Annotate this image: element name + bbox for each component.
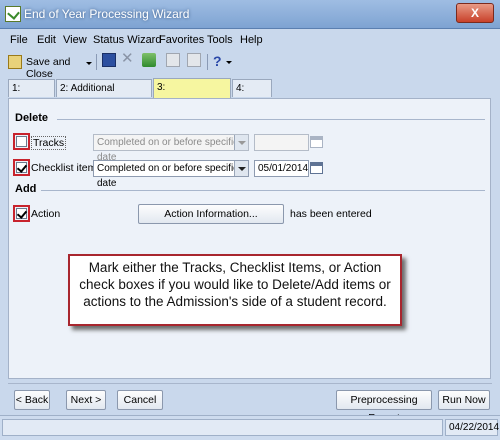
add-heading: Add — [15, 183, 37, 195]
app-icon — [5, 6, 21, 22]
menu-view[interactable]: View — [63, 34, 87, 46]
chevron-down-icon — [234, 135, 248, 150]
action-information-button[interactable]: Action Information... — [138, 204, 284, 224]
instruction-callout: Mark either the Tracks, Checklist Items,… — [68, 254, 402, 326]
tracks-label: Tracks — [31, 136, 67, 150]
tab-general[interactable]: 1: General — [8, 79, 55, 112]
chevron-down-icon — [86, 62, 92, 65]
delete-divider — [57, 119, 485, 120]
calendar-icon[interactable] — [310, 162, 323, 174]
back-button[interactable]: < Back — [14, 390, 50, 410]
print-icon[interactable] — [187, 53, 201, 67]
save-icon[interactable] — [102, 53, 116, 67]
checklist-action-panel: Delete Tracks Completed on or before spe… — [8, 98, 491, 379]
action-checkbox[interactable] — [16, 208, 28, 219]
checklist-items-label: Checklist items — [31, 162, 102, 174]
menu-favorites[interactable]: Favorites — [159, 34, 204, 46]
status-date: 04/22/2014 — [445, 419, 499, 436]
calendar-icon[interactable] — [310, 136, 323, 148]
menu-tools[interactable]: Tools — [207, 34, 233, 46]
save-and-close-label: Save and Close — [26, 56, 71, 80]
cancel-button[interactable]: Cancel — [117, 390, 163, 410]
checklist-items-checkbox[interactable] — [16, 162, 28, 173]
check-icon — [16, 208, 28, 219]
chevron-down-icon — [234, 161, 248, 176]
menu-bar: File Edit View Status Wizard Favorites T… — [0, 32, 500, 49]
tab-filters[interactable]: 4: Filters — [232, 79, 272, 112]
action-status-text: has been entered — [290, 208, 372, 220]
menu-file[interactable]: File — [10, 34, 28, 46]
attach-icon[interactable] — [166, 53, 180, 67]
checklist-condition-select[interactable]: Completed on or before specific date — [93, 160, 249, 189]
check-icon — [16, 162, 28, 173]
save-close-icon — [8, 55, 22, 69]
help-icon[interactable]: ? — [213, 53, 222, 69]
checklist-date-field[interactable]: 05/01/2014 — [254, 160, 309, 177]
action-label: Action — [31, 208, 61, 220]
tracks-date-field[interactable] — [254, 134, 309, 151]
title-bar: End of Year Processing Wizard X — [0, 0, 500, 29]
delete-heading: Delete — [15, 112, 49, 124]
add-divider — [41, 190, 485, 191]
tab-additional-information[interactable]: 2: Additional Information — [56, 79, 152, 112]
bottom-divider — [8, 383, 492, 384]
navigate-icon[interactable] — [142, 53, 156, 67]
toolbar-separator — [207, 54, 208, 70]
checklist-condition-value: Completed on or before specific date — [97, 163, 239, 189]
run-now-button[interactable]: Run Now — [438, 390, 490, 410]
window-title: End of Year Processing Wizard — [24, 7, 190, 21]
toolbar: Save and Close ✕ ? — [4, 51, 496, 80]
chevron-down-icon[interactable] — [226, 61, 232, 64]
toolbar-separator — [96, 54, 97, 70]
delete-x-icon[interactable]: ✕ — [121, 51, 135, 66]
menu-help[interactable]: Help — [240, 34, 263, 46]
menu-edit[interactable]: Edit — [37, 34, 56, 46]
next-button[interactable]: Next > — [66, 390, 106, 410]
tracks-checkbox[interactable] — [16, 136, 27, 147]
status-bar: 04/22/2014 — [0, 415, 500, 440]
preprocessing-report-button[interactable]: Preprocessing Report — [336, 390, 432, 424]
save-and-close-button[interactable]: Save and Close — [6, 53, 94, 80]
status-cell-main — [2, 419, 443, 436]
close-button[interactable]: X — [456, 3, 494, 23]
tab-checklist-action[interactable]: 3: Checklist/Action — [153, 78, 231, 111]
menu-status-wizard[interactable]: Status Wizard — [93, 34, 161, 46]
tracks-condition-select[interactable]: Completed on or before specific date — [93, 134, 249, 163]
